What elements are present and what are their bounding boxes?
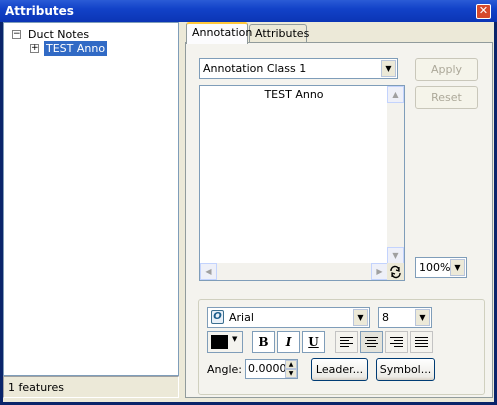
scroll-down-icon[interactable]: ▼ [387,247,404,264]
close-icon: ✕ [478,4,489,17]
attributes-window: Attributes ✕ − Duct Notes + TEST Anno 1 … [0,0,497,405]
feature-tree[interactable]: − Duct Notes + TEST Anno [3,22,179,376]
angle-input[interactable]: 0.0000 ▲ ▼ [245,359,298,379]
tab-annotation[interactable]: Annotation [186,22,252,44]
font-size-dropdown[interactable]: 8 ▼ [378,307,432,328]
tab-label: Attributes [255,27,310,40]
color-swatch [211,335,228,349]
bold-button[interactable]: B [252,331,275,353]
tree-item-duct-notes[interactable]: − Duct Notes [12,27,172,42]
chevron-down-icon[interactable]: ▼ [353,309,368,326]
vertical-scrollbar[interactable]: ▲ ▼ [387,86,404,264]
apply-label: Apply [430,63,463,76]
text-color-button[interactable]: ▼ [207,331,243,353]
tab-attributes[interactable]: Attributes [249,24,310,44]
tab-strip: Annotation Attributes [186,22,494,44]
angle-value: 0.0000 [248,362,287,375]
font-name: Arial [229,311,254,324]
symbol-label: Symbol... [379,363,432,376]
leader-button[interactable]: Leader... [311,358,368,381]
scroll-corner [387,263,404,280]
annotation-text-area[interactable]: TEST Anno ▲ ▼ ◀ ▶ [199,85,405,281]
align-right-button[interactable] [385,331,408,353]
apply-button[interactable]: Apply [415,58,478,81]
chevron-down-icon[interactable]: ▼ [415,309,430,326]
annotation-class-value: Annotation Class 1 [203,62,307,75]
symbol-button[interactable]: Symbol... [376,358,435,381]
chevron-down-icon[interactable]: ▼ [232,335,237,343]
horizontal-scrollbar[interactable]: ◀ ▶ [200,263,388,280]
spin-down-icon[interactable]: ▼ [285,369,297,378]
scroll-up-icon[interactable]: ▲ [387,86,404,103]
annotation-text: TEST Anno [264,88,324,101]
annotation-panel: Annotation Class 1 ▼ Apply Reset TEST An… [185,42,493,398]
font-size-value: 8 [382,311,389,324]
expand-icon[interactable]: + [30,44,39,53]
annotation-class-dropdown[interactable]: Annotation Class 1 ▼ [199,58,398,79]
tree-item-label[interactable]: TEST Anno [44,41,108,56]
tree-item-label[interactable]: Duct Notes [26,27,91,42]
close-button[interactable]: ✕ [476,4,491,19]
align-justify-button[interactable] [410,331,433,353]
leader-label: Leader... [315,363,364,376]
chevron-down-icon[interactable]: ▼ [450,259,465,276]
angle-label: Angle: [207,363,243,376]
underline-button[interactable]: U [302,331,325,353]
scroll-right-icon[interactable]: ▶ [371,263,388,280]
font-icon: O [211,310,224,324]
zoom-dropdown[interactable]: 100% ▼ [415,257,467,278]
dialog-body: − Duct Notes + TEST Anno 1 features Anno… [3,22,494,402]
italic-button[interactable]: I [277,331,300,353]
spin-up-icon[interactable]: ▲ [285,360,297,369]
collapse-icon[interactable]: − [12,30,21,39]
reset-button[interactable]: Reset [415,86,478,109]
align-center-button[interactable] [360,331,383,353]
tree-item-test-anno[interactable]: + TEST Anno [30,41,170,56]
chevron-down-icon[interactable]: ▼ [381,60,396,77]
formatting-group: O Arial ▼ 8 ▼ ▼ B I U Angle: 0.0000 ▲ ▼ … [198,299,485,395]
reset-label: Reset [431,91,462,104]
status-text: 1 features [8,381,64,394]
title-bar[interactable]: Attributes ✕ [0,0,497,22]
zoom-value: 100% [419,261,451,274]
align-left-button[interactable] [335,331,358,353]
refresh-icon[interactable] [387,263,404,280]
font-dropdown[interactable]: O Arial ▼ [207,307,370,328]
status-bar: 1 features [3,376,179,398]
tab-label: Annotation [192,26,253,39]
scroll-left-icon[interactable]: ◀ [200,263,217,280]
window-title: Attributes [5,4,74,18]
